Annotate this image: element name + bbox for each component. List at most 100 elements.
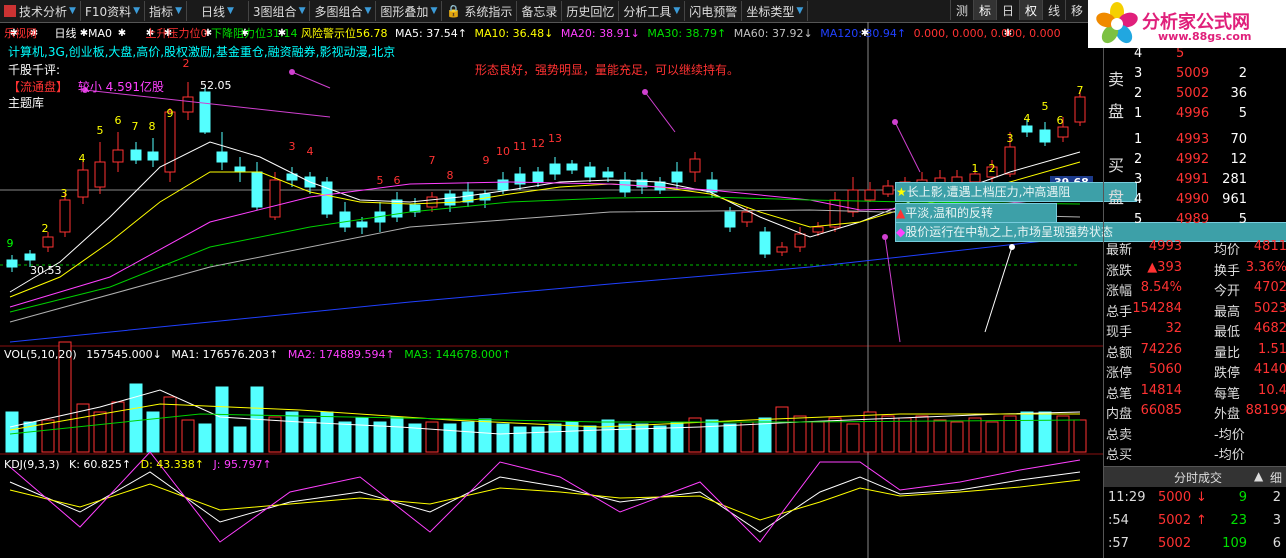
ticks-header[interactable]: 分时成交 ▲ 细 xyxy=(1104,466,1286,487)
toolbar-alert[interactable]: 闪电预警 xyxy=(685,1,743,21)
chevron-down-icon: ▼ xyxy=(175,6,182,16)
stat-row: 总手 154284 最高 5023 xyxy=(1106,300,1286,320)
tool-line-button[interactable]: 线 xyxy=(1042,0,1065,20)
buy-order-row[interactable]: 4 4990 961 xyxy=(1104,190,1286,210)
high-price-label: 52.05 xyxy=(200,79,232,92)
stat-row: 总买 -均价 xyxy=(1106,448,1245,463)
volume-bar xyxy=(181,419,195,453)
toolbar-system[interactable]: 🔒 系统指示 xyxy=(442,1,518,21)
callout-reversal[interactable]: ▲平淡,温和的反转 xyxy=(895,203,1057,223)
volume-bar xyxy=(565,421,579,453)
kdj-k: K: 60.825↑ xyxy=(69,458,132,471)
volume-bar xyxy=(1073,419,1087,453)
toolbar-technical-analysis[interactable]: 技术分析 ▼ xyxy=(0,1,81,21)
volume-bar xyxy=(968,417,982,453)
signal-number: 7 xyxy=(132,120,139,133)
ticks-detail-button[interactable]: 细 xyxy=(1270,469,1282,486)
sell-order-row[interactable]: 3 5009 2 xyxy=(1104,64,1286,84)
volume-bar xyxy=(775,406,789,453)
candlestick xyxy=(234,166,246,173)
toolbar-daily[interactable]: 日线 ▼ xyxy=(187,1,249,21)
stat-row: 现手 32 最低 4682 xyxy=(1106,321,1286,340)
candlestick xyxy=(741,211,753,223)
candlestick xyxy=(182,96,194,113)
sell-side-label: 卖盘 xyxy=(1108,70,1125,121)
vol-value: 157545.000↓ xyxy=(86,348,162,361)
signal-number: 5 xyxy=(377,174,384,187)
callout-upper-shadow[interactable]: ★长上影,遭遇上档压力,冲高遇阻 xyxy=(895,182,1137,202)
signal-number: 5 xyxy=(1042,100,1049,113)
signal-number: 7 xyxy=(1077,84,1084,97)
signal-number: 8 xyxy=(447,169,454,182)
tool-measure-button[interactable]: 测 xyxy=(950,0,973,20)
kdj-d: D: 43.338↑ xyxy=(140,458,205,471)
toolbar-overlay[interactable]: 图形叠加 ▼ xyxy=(376,1,443,21)
volume-bar xyxy=(443,423,457,453)
sell-order-row[interactable]: 1 4996 5 xyxy=(1104,104,1286,124)
buy-order-row[interactable]: 2 4992 12 xyxy=(1104,150,1286,170)
site-logo: 分析家公式网 www.88gs.com xyxy=(1088,0,1286,48)
buy-order-row[interactable]: 5 4989 5 xyxy=(1104,210,1286,230)
kline-chart[interactable]: 923456 7 8923 45 678910 11 12 131 234567✱ ✱ ✱ ✱ ✱ ✱ ✱ ✱… xyxy=(0,22,1103,558)
tool-mark-button[interactable]: 标 xyxy=(973,0,996,20)
advice-text: 形态良好，强势明显，量能充足，可以继续持有。 xyxy=(475,63,740,77)
volume-bar xyxy=(303,418,317,453)
tool-day-button[interactable]: 日 xyxy=(996,0,1019,20)
diamond-icon: ◆ xyxy=(896,225,906,239)
signal-number: 1 xyxy=(972,162,979,175)
candlestick xyxy=(1021,125,1033,133)
candlestick xyxy=(759,231,771,255)
annotation-arrow xyxy=(984,246,1013,333)
candlestick xyxy=(216,151,228,163)
toolbar-tools[interactable]: 分析工具 ▼ xyxy=(619,1,686,21)
tool-rights-button[interactable]: 权 xyxy=(1019,0,1042,20)
indicator-legend: 乐视网 日线 MA0 上升压力位0 下降阻力位31.14 风险警示位56.78 … xyxy=(4,25,1061,41)
ticks-title: 分时成交 xyxy=(1174,471,1223,485)
candlestick xyxy=(497,179,509,191)
arrow-head xyxy=(892,119,898,125)
resistance-level: 下降阻力位31.14 xyxy=(211,27,298,40)
float-value: 较小 4.591亿股 xyxy=(77,80,165,94)
risk-level: 风险警示位56.78 xyxy=(301,27,388,40)
annotation-arrow xyxy=(894,121,921,173)
volume-bar xyxy=(1038,411,1052,453)
low-price-label: 30.53 xyxy=(30,264,62,277)
volume-bar xyxy=(601,419,615,453)
arrow-head xyxy=(882,234,888,240)
toolbar-axis[interactable]: 坐标类型 ▼ xyxy=(742,1,809,21)
candlestick xyxy=(671,171,683,183)
scroll-up-icon[interactable]: ▲ xyxy=(1254,469,1263,483)
vol-ma1: MA1: 176576.203↑ xyxy=(171,348,279,361)
toolbar-3chart[interactable]: 3图组合 ▼ xyxy=(249,1,311,21)
volume-bar xyxy=(233,426,247,453)
tool-move-button[interactable]: 移 xyxy=(1065,0,1088,20)
buy-order-row[interactable]: 3 4991 281 xyxy=(1104,170,1286,190)
volume-bar xyxy=(863,411,877,453)
buy-order-row[interactable]: 1 4993 70 xyxy=(1104,130,1286,150)
stat-row: 涨跌 ▲393 换手 3.36% xyxy=(1106,259,1286,279)
volume-bar xyxy=(985,421,999,453)
volume-bar xyxy=(618,423,632,453)
volume-legend: VOL(5,10,20) 157545.000↓ MA1: 176576.203… xyxy=(4,348,511,361)
sell-order-row[interactable]: 2 5002 36 xyxy=(1104,84,1286,104)
star-icon: ★ xyxy=(896,185,907,199)
candlestick xyxy=(24,253,36,261)
volume-bar xyxy=(1056,415,1070,453)
toolbar-f10[interactable]: F10资料 ▼ xyxy=(81,1,146,21)
candlestick xyxy=(444,193,456,206)
tick-row: :54 5002 ↑ 23 3 xyxy=(1108,513,1281,528)
toolbar-indicator[interactable]: 指标 ▼ xyxy=(145,1,187,21)
signal-number: 9 xyxy=(483,154,490,167)
signal-number: 9 xyxy=(7,237,14,250)
toolbar-history[interactable]: 历史回忆 xyxy=(562,1,620,21)
volume-bar xyxy=(496,423,510,453)
toolbar-multichart[interactable]: 多图组合 ▼ xyxy=(310,1,377,21)
float-label: 【流通盘】 xyxy=(8,80,69,94)
toolbar-memo[interactable]: 备忘录 xyxy=(517,1,563,21)
vol-ma2: MA2: 174889.594↑ xyxy=(287,348,395,361)
ma60-value: MA60: 37.92↓ xyxy=(733,27,813,40)
volume-bar xyxy=(320,411,334,453)
volume-bar xyxy=(740,421,754,453)
volume-bar xyxy=(338,421,352,453)
volume-bar xyxy=(846,423,860,453)
